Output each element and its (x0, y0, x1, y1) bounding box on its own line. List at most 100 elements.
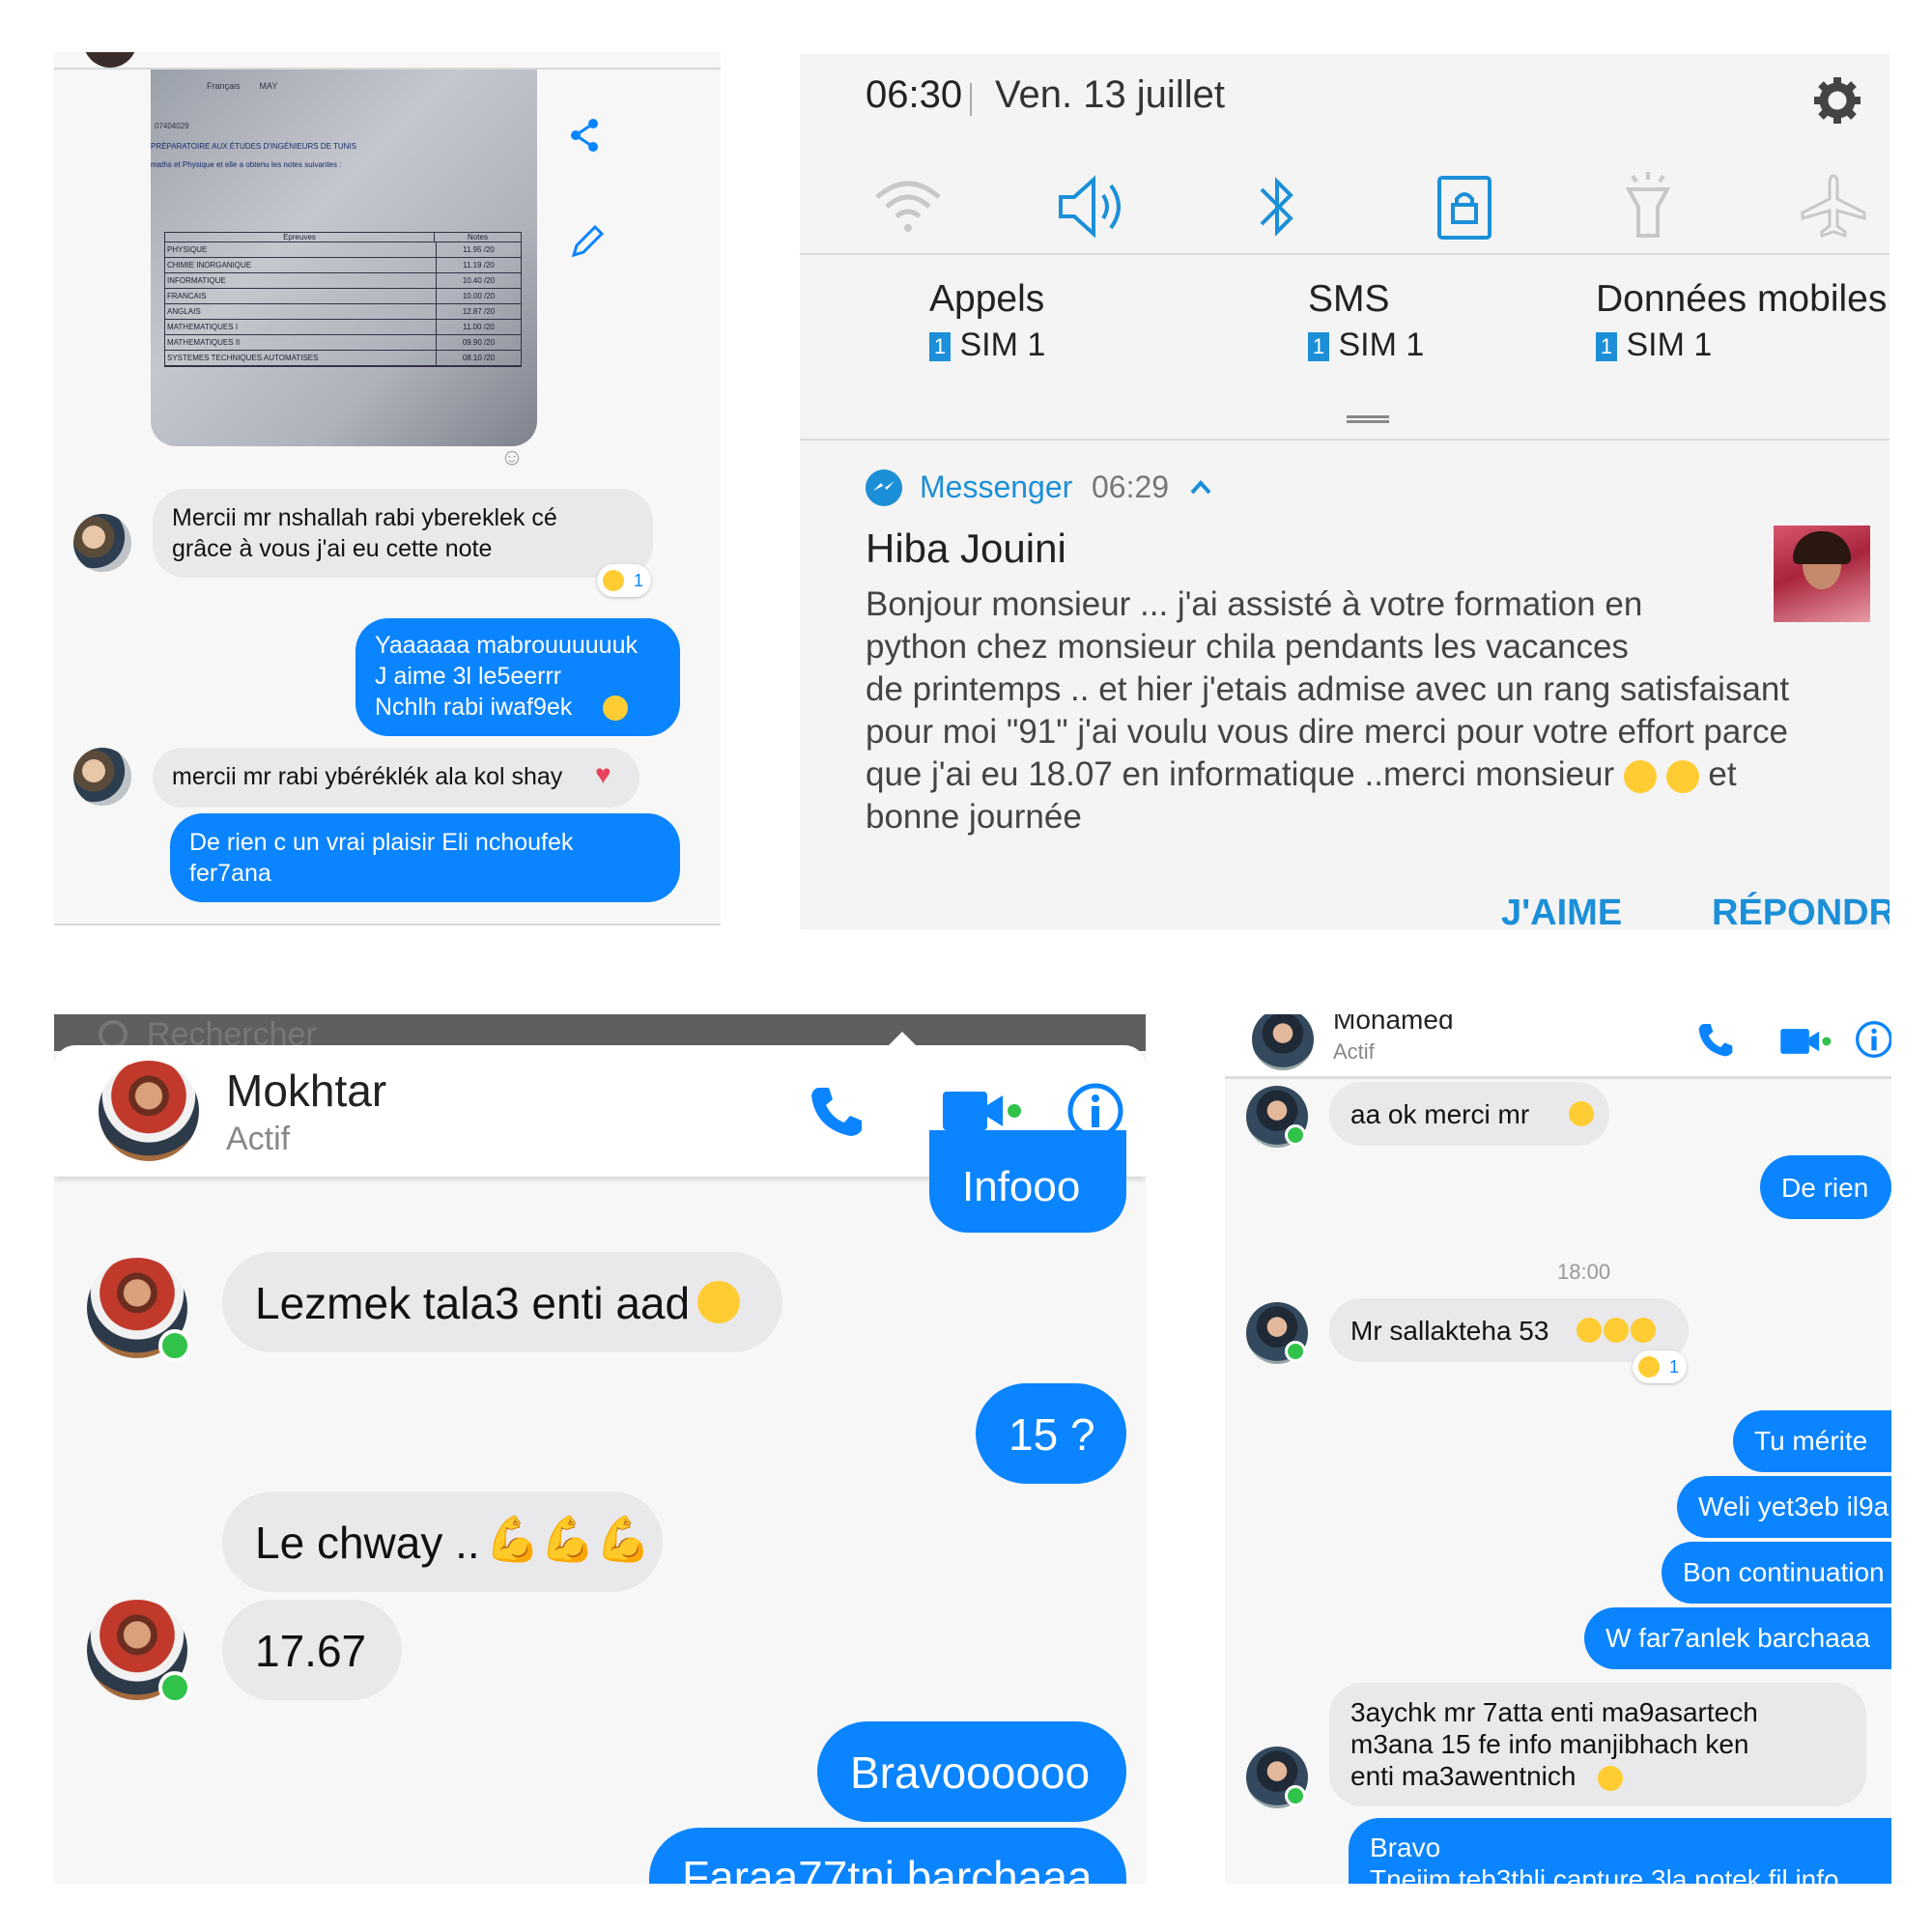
notification-sender: Hiba Jouini (866, 526, 1066, 571)
heart-eyes-emoji-icon (1638, 1356, 1660, 1378)
message-bubble-out[interactable]: Faraa77tni barchaaa (649, 1828, 1126, 1884)
message-bubble-in[interactable]: 17.67 (222, 1600, 402, 1700)
table-row: INFORMATIQUE 10.40 /20 (165, 273, 521, 289)
flashlight-icon[interactable] (1609, 168, 1687, 245)
message-bubble-out[interactable]: De rien c un vrai plaisir Eli nchoufek f… (170, 813, 680, 902)
table-row: ANGLAIS 12.87 /20 (165, 304, 521, 320)
message-bubble-in[interactable]: Le chway .. 💪💪💪 (222, 1492, 663, 1592)
message-bubble-out[interactable]: Bravo Tneiim teb3thli capture 3la notek … (1349, 1818, 1891, 1884)
share-icon[interactable] (566, 116, 605, 155)
message-bubble-in[interactable]: Mercii mr nshallah rabi ybereklek cé grâ… (153, 489, 653, 578)
message-bubble-out[interactable]: Weli yet3eb il9a (1677, 1476, 1891, 1538)
add-reaction-icon[interactable]: ☺ (495, 444, 529, 479)
table-cell-grade: 12.87 /20 (462, 307, 496, 316)
online-indicator (1285, 1341, 1306, 1362)
video-call-icon[interactable] (1779, 1024, 1832, 1059)
message-bubble-out[interactable]: Yaaaaaa mabrouuuuuuk J aime 3l le5eerrr … (355, 618, 680, 736)
rotation-lock-icon[interactable] (1426, 168, 1503, 245)
contact-status: Actif (1333, 1039, 1375, 1064)
sim-sms-label: SMS (1308, 278, 1390, 320)
table-cell-subject: MATHEMATIQUES I (165, 320, 437, 334)
sim-number-badge: 1 (1596, 332, 1617, 362)
message-text: Bravo Tneiim teb3thli capture 3la notek … (1370, 1833, 1839, 1884)
message-text: W far7anlek barchaaa (1605, 1623, 1870, 1653)
info-icon[interactable] (1855, 1020, 1891, 1059)
message-bubble-in[interactable]: mercii mr rabi ybéréklék ala kol shay ♥ (153, 748, 639, 808)
sim-sms-value: SIM 1 (1338, 327, 1425, 363)
reply-action-button[interactable]: RÉPONDRE (1712, 893, 1889, 929)
like-action-button[interactable]: J'AIME (1501, 893, 1622, 929)
messenger-app-icon (866, 469, 902, 506)
voice-call-icon[interactable] (808, 1082, 866, 1140)
sim-sms[interactable]: SMS 1 SIM 1 (1308, 278, 1559, 375)
airplane-mode-icon[interactable] (1795, 168, 1872, 245)
table-row: PHYSIQUE 11.95 /20 (165, 242, 521, 258)
laughing-emoji-icon (697, 1281, 740, 1323)
wifi-icon[interactable] (869, 168, 947, 245)
chat-panel-mohamed: Mohamed Actif aa ok merci mr De rien 18:… (1225, 1014, 1891, 1884)
date-label: Ven. 13 juillet (995, 73, 1225, 116)
drag-handle[interactable] (1347, 415, 1389, 423)
table-cell-subject: INFORMATIQUE (165, 273, 437, 288)
table-cell-subject: CHIMIE INORGANIQUE (165, 258, 437, 272)
message-bubble-in[interactable]: 3aychk mr 7atta enti ma9asartech m3ana 1… (1329, 1683, 1866, 1806)
avatar-partial (83, 52, 137, 68)
message-text: Faraa77tni barchaaa (682, 1852, 1093, 1884)
message-bubble-out[interactable]: Bravoooooo (817, 1721, 1126, 1822)
heart-eyes-emoji-icon (603, 696, 628, 721)
notification-shade: 06:30 Ven. 13 juillet Appels 1 SIM 1 SMS… (800, 54, 1889, 929)
sound-icon[interactable] (1053, 168, 1130, 245)
settings-gear-icon[interactable] (1810, 73, 1864, 128)
avatar[interactable] (73, 748, 131, 806)
grade-document-photo[interactable]: Français MAY 07404029 PRÉPARATOIRE AUX É… (151, 70, 537, 446)
heart-eyes-emoji-icon (1577, 1318, 1602, 1343)
flexed-biceps-emoji-icon: 💪💪💪 (485, 1514, 651, 1564)
contact-name: Mohamed (1333, 1014, 1454, 1035)
sim-calls[interactable]: Appels 1 SIM 1 (929, 278, 1180, 375)
message-bubble-out[interactable]: Tu mérite (1733, 1410, 1891, 1472)
message-bubble-out[interactable]: W far7anlek barchaaa (1584, 1607, 1891, 1669)
voice-call-icon[interactable] (1696, 1020, 1735, 1059)
smiley-emoji-icon (1665, 759, 1699, 793)
table-cell-grade: 09.90 /20 (462, 338, 496, 347)
table-row: CHIMIE INORGANIQUE 11.19 /20 (165, 258, 521, 273)
reaction-badge[interactable]: 1 (1633, 1350, 1687, 1383)
table-head-subject: Epreuves (165, 233, 435, 242)
table-body: PHYSIQUE 11.95 /20 CHIMIE INORGANIQUE 11.19… (165, 242, 521, 366)
sim-data-value: SIM 1 (1626, 327, 1713, 363)
grinning-emoji-icon (1631, 1318, 1656, 1343)
message-bubble-out[interactable]: Infooo (929, 1130, 1126, 1233)
heart-eyes-emoji-icon (603, 570, 624, 591)
sim-data-label: Données mobiles (1596, 278, 1888, 320)
message-text: Mercii mr nshallah rabi ybereklek cé grâ… (172, 504, 557, 562)
message-bubble-in[interactable]: Lezmek tala3 enti aad (222, 1252, 782, 1352)
table-cell-grade: 10.40 /20 (462, 276, 496, 285)
message-text: 3aychk mr 7atta enti ma9asartech m3ana 1… (1350, 1697, 1758, 1791)
reaction-badge[interactable]: 1 (597, 564, 651, 597)
doc-header: Français MAY (207, 81, 278, 91)
message-text: Weli yet3eb il9a (1698, 1492, 1889, 1521)
bottom-divider (54, 923, 721, 925)
message-text: Bravoooooo (850, 1747, 1091, 1798)
contact-status: Actif (226, 1121, 291, 1157)
avatar[interactable] (1252, 1014, 1314, 1070)
message-bubble-out[interactable]: 15 ? (976, 1383, 1126, 1484)
avatar[interactable] (99, 1061, 199, 1161)
collapse-chevron-icon[interactable] (1186, 475, 1215, 498)
notification-app-name: Messenger (920, 469, 1073, 504)
sim-number-badge: 1 (929, 332, 951, 362)
sim-data[interactable]: Données mobiles 1 SIM 1 (1596, 278, 1889, 375)
message-bubble-in[interactable]: Mr sallakteha 53 (1329, 1298, 1689, 1362)
bluetooth-icon[interactable] (1238, 168, 1316, 245)
table-cell-subject: FRANCAIS (165, 289, 437, 303)
edit-pencil-icon[interactable] (568, 222, 607, 261)
message-bubble-in[interactable]: aa ok merci mr (1329, 1082, 1609, 1146)
table-cell-grade: 11.19 /20 (463, 261, 495, 270)
sim-calls-label: Appels (929, 278, 1045, 320)
doc-line-2: PRÉPARATOIRE AUX ÉTUDES D'INGÉNIEURS DE … (151, 142, 356, 151)
avatar[interactable] (73, 514, 131, 572)
message-bubble-out[interactable]: Bon continuation (1662, 1542, 1891, 1604)
message-text: 15 ? (1009, 1409, 1095, 1460)
message-bubble-out[interactable]: De rien (1760, 1155, 1891, 1219)
grinning-emoji-icon (1598, 1766, 1623, 1791)
